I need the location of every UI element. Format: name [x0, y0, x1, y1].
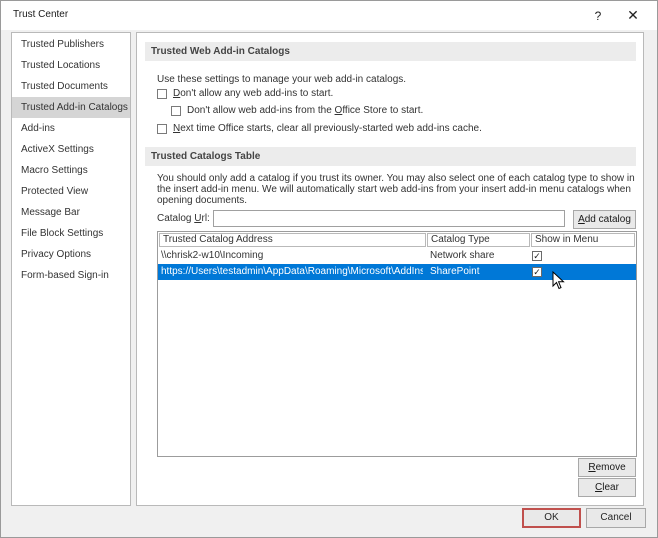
sidebar-item-message-bar[interactable]: Message Bar: [12, 202, 130, 223]
dont-allow-web-addins-label[interactable]: Don't allow any web add-ins to start.: [173, 88, 333, 99]
show-in-menu-checkbox[interactable]: ✓: [532, 267, 542, 277]
dont-allow-office-store-checkbox[interactable]: [171, 106, 181, 116]
sidebar-item-privacy-options[interactable]: Privacy Options: [12, 244, 130, 265]
sidebar-item-trusted-locations[interactable]: Trusted Locations: [12, 55, 130, 76]
dont-allow-web-addins-checkbox[interactable]: [157, 89, 167, 99]
clear-cache-checkbox[interactable]: [157, 124, 167, 134]
sidebar-item-file-block-settings[interactable]: File Block Settings: [12, 223, 130, 244]
ok-button[interactable]: OK: [522, 508, 581, 528]
sidebar-item-protected-view[interactable]: Protected View: [12, 181, 130, 202]
sidebar-item-macro-settings[interactable]: Macro Settings: [12, 160, 130, 181]
column-header-type[interactable]: Catalog Type: [427, 233, 530, 247]
help-button[interactable]: ?: [581, 1, 615, 30]
sidebar-item-trusted-add-in-catalogs[interactable]: Trusted Add-in Catalogs: [12, 97, 130, 118]
row-address: \\chrisk2-w10\Incoming: [161, 250, 264, 261]
dont-allow-office-store-label[interactable]: Don't allow web add-ins from the Office …: [187, 105, 423, 116]
show-in-menu-checkbox[interactable]: ✓: [532, 251, 542, 261]
catalog-url-label: Catalog Url:: [157, 213, 210, 224]
sidebar-item-form-based-sign-in[interactable]: Form-based Sign-in: [12, 265, 130, 286]
catalogs-description: You should only add a catalog if you tru…: [157, 173, 635, 206]
catalog-url-input[interactable]: [213, 210, 565, 227]
add-catalog-button[interactable]: Add catalog: [573, 210, 636, 229]
trust-center-dialog: Trust Center ? ✕ Trusted Publishers Trus…: [0, 0, 658, 538]
clear-button[interactable]: Clear: [578, 478, 636, 497]
section-header-catalogs-table: Trusted Catalogs Table: [145, 147, 636, 166]
table-row[interactable]: \\chrisk2-w10\Incoming Network share ✓: [158, 248, 636, 264]
help-icon: ?: [594, 8, 602, 23]
catalogs-table: Trusted Catalog Address Catalog Type Sho…: [157, 231, 637, 457]
column-header-show-in-menu[interactable]: Show in Menu: [531, 233, 635, 247]
sidebar-item-trusted-documents[interactable]: Trusted Documents: [12, 76, 130, 97]
row-type: SharePoint: [430, 266, 480, 277]
sidebar-item-activex-settings[interactable]: ActiveX Settings: [12, 139, 130, 160]
close-icon: ✕: [627, 7, 639, 23]
close-button[interactable]: ✕: [616, 1, 650, 30]
clear-cache-label[interactable]: Next time Office starts, clear all previ…: [173, 123, 482, 134]
sidebar-item-add-ins[interactable]: Add-ins: [12, 118, 130, 139]
sidebar-item-trusted-publishers[interactable]: Trusted Publishers: [12, 34, 130, 55]
cancel-button[interactable]: Cancel: [586, 508, 646, 528]
mouse-cursor-icon: [552, 271, 565, 290]
sidebar-nav: Trusted Publishers Trusted Locations Tru…: [11, 32, 131, 506]
column-header-address[interactable]: Trusted Catalog Address: [159, 233, 426, 247]
row-type: Network share: [430, 250, 495, 261]
remove-button[interactable]: Remove: [578, 458, 636, 477]
window-title: Trust Center: [13, 9, 69, 20]
content-panel: Trusted Web Add-in Catalogs Use these se…: [136, 32, 644, 506]
row-address: https://Users\testadmin\AppData\Roaming\…: [161, 266, 423, 277]
title-bar: Trust Center ? ✕: [1, 1, 657, 30]
web-catalogs-intro: Use these settings to manage your web ad…: [157, 74, 407, 85]
section-header-web-catalogs: Trusted Web Add-in Catalogs: [145, 42, 636, 61]
